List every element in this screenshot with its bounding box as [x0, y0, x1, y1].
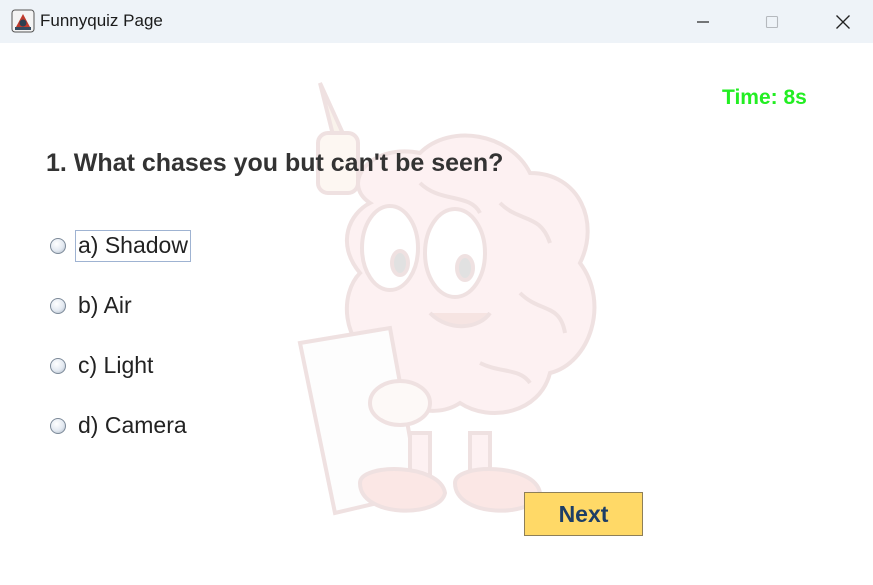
option-label[interactable]: b) Air — [75, 290, 135, 322]
radio-button[interactable] — [50, 298, 66, 314]
next-button[interactable]: Next — [524, 492, 643, 536]
option-label[interactable]: c) Light — [75, 350, 156, 382]
title-bar: Funnyquiz Page — [0, 0, 873, 43]
close-button[interactable] — [813, 0, 873, 43]
minimize-button[interactable] — [673, 0, 733, 43]
brain-mascot-watermark — [297, 82, 597, 516]
radio-button[interactable] — [50, 418, 66, 434]
timer-label: Time: 8s — [722, 86, 807, 109]
close-icon — [835, 14, 851, 30]
option-label[interactable]: d) Camera — [75, 410, 190, 442]
option-c[interactable]: c) Light — [50, 351, 156, 381]
radio-button[interactable] — [50, 238, 66, 254]
maximize-button[interactable] — [742, 0, 802, 43]
option-b[interactable]: b) Air — [50, 291, 135, 321]
option-a[interactable]: a) Shadow — [50, 230, 191, 262]
quiz-panel: Time: 8s 1. What chases you but can't be… — [0, 43, 873, 585]
option-label[interactable]: a) Shadow — [75, 230, 191, 262]
maximize-icon — [764, 14, 780, 30]
minimize-icon — [695, 14, 711, 30]
radio-button[interactable] — [50, 358, 66, 374]
option-d[interactable]: d) Camera — [50, 411, 190, 441]
question-text: 1. What chases you but can't be seen? — [46, 149, 504, 177]
window-title: Funnyquiz Page — [40, 11, 163, 30]
java-app-icon — [11, 9, 35, 33]
